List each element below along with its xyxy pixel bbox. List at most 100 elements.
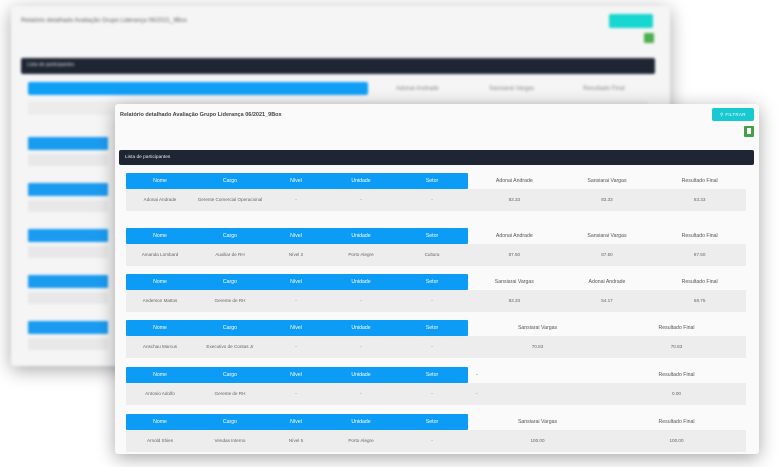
background-list-bar: Lista de participantes <box>21 58 655 74</box>
cell-setor: - <box>431 391 433 396</box>
column-header[interactable]: Nível <box>266 274 326 290</box>
column-header[interactable]: Cargo <box>194 367 266 383</box>
table-row[interactable]: Amanda Lombard Auxiliar de RH Nível 2 Porto… <box>126 244 746 266</box>
cell-unidade: - <box>360 391 362 396</box>
evaluator-column-header[interactable]: Sansiarai Vargas <box>468 274 561 290</box>
evaluator-column-header[interactable]: Sansiarai Vargas <box>468 320 607 336</box>
export-document-button[interactable] <box>744 126 754 137</box>
background-document-icon <box>644 33 654 43</box>
column-header[interactable]: Nível <box>266 367 326 383</box>
background-block <box>28 200 108 212</box>
cell-score: 87.50 <box>508 252 521 257</box>
evaluator-column-header[interactable]: Resultado Final <box>607 414 746 430</box>
column-header[interactable]: Nível <box>266 320 326 336</box>
cell-score: 100.00 <box>530 438 545 443</box>
cell-score: 70.83 <box>531 344 544 349</box>
column-header[interactable]: Cargo <box>194 228 266 244</box>
background-block <box>28 338 108 350</box>
evaluator-column-header[interactable]: Sansiarai Vargas <box>561 228 654 244</box>
column-header[interactable]: Setor <box>396 228 468 244</box>
cell-setor: - <box>431 344 433 349</box>
filter-button-label: FILTRAR <box>725 112 746 117</box>
background-block <box>28 229 108 242</box>
evaluator-column-header[interactable]: Resultado Final <box>653 228 746 244</box>
cell-nome: Arnold Shies <box>146 438 174 443</box>
cell-cargo: Gerente de RH <box>214 298 246 303</box>
cell-score: 83.33 <box>693 197 706 202</box>
evaluator-column-header[interactable]: Resultado Final <box>607 367 746 383</box>
column-header[interactable]: Nome <box>126 173 194 189</box>
cell-cargo: Executivo de Contas Jr <box>206 344 254 349</box>
evaluator-column-header[interactable]: Resultado Final <box>653 274 746 290</box>
cell-cargo: Gerente de RH <box>214 391 246 396</box>
cell-nivel: Nível 2 <box>288 252 304 257</box>
background-block <box>28 154 108 166</box>
cell-nome: Anderson Mattos <box>142 298 178 303</box>
column-header[interactable]: Cargo <box>194 274 266 290</box>
table-row[interactable]: Anschau Marcus Executivo de Contas Jr - - - 7… <box>126 336 746 358</box>
column-header[interactable]: Cargo <box>194 414 266 430</box>
table-row[interactable]: Antonio Adolfo Gerente de RH - - - - 0.00 <box>126 383 746 405</box>
column-header[interactable]: Unidade <box>326 274 396 290</box>
table-row[interactable]: Anderson Mattos Gerente de RH - - - 83.33 54.1… <box>126 290 746 312</box>
column-header[interactable]: Nível <box>266 228 326 244</box>
column-header[interactable]: Setor <box>396 173 468 189</box>
background-block <box>28 292 108 304</box>
column-header[interactable]: Nível <box>266 414 326 430</box>
column-header[interactable]: Setor <box>396 414 468 430</box>
column-header[interactable]: Unidade <box>326 228 396 244</box>
cell-score: - <box>476 391 478 396</box>
evaluator-column-header[interactable]: Adonai Andrade <box>468 173 561 189</box>
cell-score: 83.33 <box>508 298 521 303</box>
background-filter-button <box>609 14 653 28</box>
column-header[interactable]: Nome <box>126 228 194 244</box>
cell-setor: - <box>431 298 433 303</box>
cell-nivel: - <box>295 298 297 303</box>
evaluator-column-header[interactable]: Resultado Final <box>653 173 746 189</box>
column-header[interactable]: Nome <box>126 320 194 336</box>
background-list-label: Lista de participantes <box>27 62 75 68</box>
cell-nivel: - <box>295 197 297 202</box>
column-header[interactable]: Setor <box>396 367 468 383</box>
search-icon: ⚲ <box>720 112 724 117</box>
background-block <box>28 246 108 258</box>
evaluator-column-header[interactable]: - <box>476 367 496 383</box>
cell-unidade: - <box>360 298 362 303</box>
column-header[interactable]: Nome <box>126 367 194 383</box>
evaluator-column-header[interactable]: Adonai Andrade <box>468 228 561 244</box>
background-col-2: Sansiarai Vargas <box>489 86 535 92</box>
cell-score: 87.50 <box>693 252 706 257</box>
column-header[interactable]: Unidade <box>326 320 396 336</box>
table-row[interactable]: Arnold Shies Vendas Interno Nível 5 Porto A… <box>126 430 746 452</box>
table-row[interactable]: Adonai Andrade Gerente Comercial Operacio… <box>126 189 746 211</box>
cell-unidade: Porto Alegre <box>348 252 374 257</box>
cell-score: 70.83 <box>670 344 683 349</box>
column-header[interactable]: Nível <box>266 173 326 189</box>
report-window: Relatório detalhado Avaliação Grupo Lide… <box>115 104 759 454</box>
background-col-1: Adonai Andrade <box>396 86 439 92</box>
column-header[interactable]: Unidade <box>326 367 396 383</box>
evaluator-column-header[interactable]: Sansiarai Vargas <box>561 173 654 189</box>
column-header[interactable]: Cargo <box>194 173 266 189</box>
background-block <box>28 183 108 196</box>
cell-setor: - <box>431 197 433 202</box>
cell-nivel: - <box>295 391 297 396</box>
column-header[interactable]: Setor <box>396 274 468 290</box>
column-header[interactable]: Unidade <box>326 414 396 430</box>
column-header[interactable]: Cargo <box>194 320 266 336</box>
column-header[interactable]: Unidade <box>326 173 396 189</box>
evaluator-column-header[interactable]: Resultado Final <box>607 320 746 336</box>
cell-unidade: Porto Alegre <box>348 438 374 443</box>
filter-button[interactable]: ⚲ FILTRAR <box>712 108 754 121</box>
column-header[interactable]: Nome <box>126 274 194 290</box>
page-title: Relatório detalhado Avaliação Grupo Lide… <box>120 112 282 118</box>
column-header[interactable]: Setor <box>396 320 468 336</box>
column-header[interactable]: Nome <box>126 414 194 430</box>
background-col-3: Resultado Final <box>583 86 625 92</box>
cell-cargo: Auxiliar de RH <box>215 252 245 257</box>
participants-list-label: Lista de participantes <box>125 155 171 160</box>
document-icon <box>747 128 751 134</box>
evaluator-column-header[interactable]: Adonai Andrade <box>561 274 654 290</box>
evaluator-column-header[interactable]: Sansiarai Vargas <box>468 414 607 430</box>
cell-cargo: Gerente Comercial Operacional <box>197 197 263 202</box>
